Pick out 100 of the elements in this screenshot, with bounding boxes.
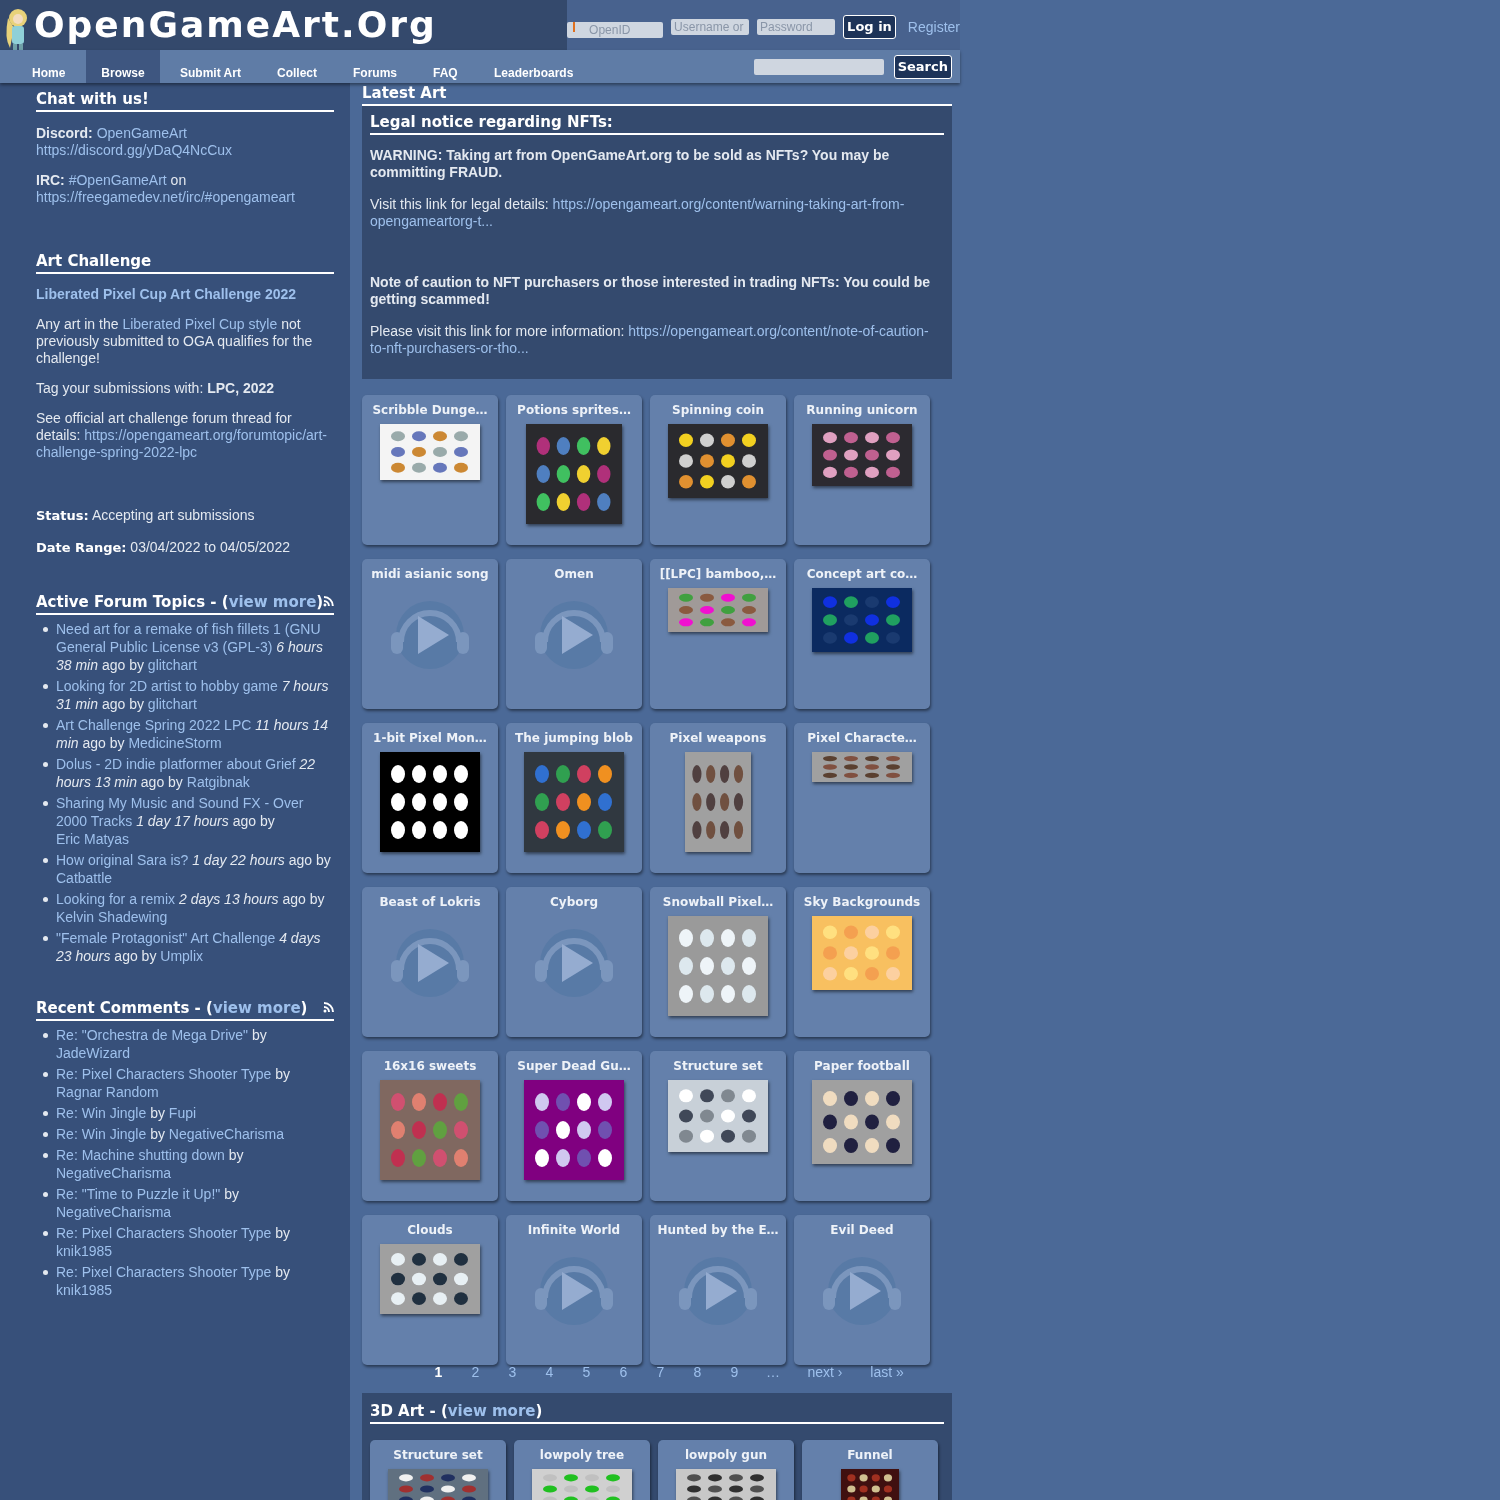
art-tile[interactable]: 16x16 sweets [362, 1051, 498, 1201]
tile-title[interactable]: Paper football [814, 1058, 910, 1074]
link[interactable]: knik1985 [56, 1243, 113, 1259]
link[interactable]: view more [212, 999, 301, 1017]
nav-tab[interactable]: Collect [257, 50, 333, 83]
art-tile[interactable]: Pixel weapons [650, 723, 786, 873]
tile-title[interactable]: lowpoly gun [684, 1447, 768, 1463]
art-tile[interactable]: 1-bit Pixel Mon… [362, 723, 498, 873]
link[interactable]: https://discord.gg/yDaQ4NcCux [36, 142, 233, 158]
link[interactable]: view more [228, 593, 317, 611]
art-tile[interactable]: Infinite World [506, 1215, 642, 1365]
tile-title[interactable]: [[LPC] bamboo,… [659, 566, 777, 582]
art-tile[interactable]: Snowball Pixel… [650, 887, 786, 1037]
link[interactable]: Re: "Time to Puzzle it Up!" [56, 1186, 221, 1202]
tile-title[interactable]: Scribble Dunge… [372, 402, 488, 418]
link[interactable]: MedicineStorm [128, 735, 222, 751]
link[interactable]: Liberated Pixel Cup style [122, 316, 278, 332]
link[interactable]: How original Sara is? [56, 852, 189, 868]
tile-title[interactable]: Funnel [847, 1447, 893, 1463]
link[interactable]: JadeWizard [56, 1045, 130, 1061]
art-tile[interactable]: Paper football [794, 1051, 930, 1201]
link[interactable]: Umplix [160, 948, 204, 964]
link[interactable]: Ratgibnak [186, 774, 250, 790]
login-button[interactable]: Log in [843, 15, 896, 39]
tile-title[interactable]: 1-bit Pixel Mon… [373, 730, 487, 746]
link[interactable]: Fupi [168, 1105, 197, 1121]
nav-tab[interactable]: Forums [333, 50, 413, 83]
tile-title[interactable]: Potions sprites… [517, 402, 631, 418]
art-tile[interactable]: The jumping blob [506, 723, 642, 873]
link[interactable]: Looking for a remix [56, 891, 176, 907]
tile-title[interactable]: Beast of Lokris [379, 894, 481, 910]
tile-title[interactable]: Running unicorn [806, 402, 918, 418]
art-tile[interactable]: Potions sprites… [506, 395, 642, 545]
link[interactable]: OpenGameArt [96, 125, 187, 141]
link[interactable]: glitchart [147, 696, 197, 712]
nav-tab[interactable]: Browse [86, 50, 160, 83]
art-tile[interactable]: [[LPC] bamboo,… [650, 559, 786, 709]
tile-title[interactable]: 16x16 sweets [383, 1058, 477, 1074]
tile-title[interactable]: Infinite World [527, 1222, 621, 1238]
art-tile[interactable]: Structure set [650, 1051, 786, 1201]
link[interactable]: NegativeCharisma [168, 1126, 284, 1142]
tile-title[interactable]: midi asianic song [371, 566, 489, 582]
link[interactable]: Re: Win Jingle [56, 1105, 147, 1121]
art-tile[interactable]: midi asianic song [362, 559, 498, 709]
register-link[interactable]: Register [907, 16, 960, 38]
tile-title[interactable]: lowpoly tree [539, 1447, 625, 1463]
link[interactable]: knik1985 [56, 1282, 113, 1298]
art-tile[interactable]: Sky Backgrounds [794, 887, 930, 1037]
link[interactable]: Re: Machine shutting down [56, 1147, 225, 1163]
tile-title[interactable]: Spinning coin [672, 402, 764, 418]
rss-icon[interactable] [323, 596, 334, 607]
search-button[interactable]: Search [893, 54, 952, 79]
nav-tab[interactable]: FAQ [413, 50, 474, 83]
openid-field[interactable]: OpenID [567, 22, 664, 38]
link[interactable]: Art Challenge Spring 2022 LPC [56, 717, 252, 733]
tile-title[interactable]: Hunted by the E… [657, 1222, 779, 1238]
art-tile[interactable]: Scribble Dunge… [362, 395, 498, 545]
tile-title[interactable]: Structure set [673, 1058, 763, 1074]
art-tile[interactable]: Super Dead Gu… [506, 1051, 642, 1201]
link[interactable]: glitchart [147, 657, 197, 673]
tile-title[interactable]: Pixel weapons [669, 730, 767, 746]
art-tile[interactable]: Beast of Lokris [362, 887, 498, 1037]
art-tile[interactable]: Clouds [362, 1215, 498, 1365]
link[interactable]: Eric Matyas [56, 831, 130, 847]
art-tile[interactable]: Structure set [370, 1440, 506, 1500]
art-tile[interactable]: Omen [506, 559, 642, 709]
link[interactable]: Catbattle [56, 870, 113, 886]
tile-title[interactable]: Structure set [393, 1447, 483, 1463]
art-tile[interactable]: Funnel [802, 1440, 938, 1500]
rss-icon[interactable] [323, 1002, 334, 1013]
tile-title[interactable]: Clouds [407, 1222, 453, 1238]
username-field[interactable]: Username or [671, 19, 750, 35]
tile-title[interactable]: Sky Backgrounds [803, 894, 921, 910]
password-field[interactable]: Password [757, 19, 836, 35]
tile-title[interactable]: Evil Deed [830, 1222, 894, 1238]
nav-tab[interactable]: Submit Art [160, 50, 257, 83]
tile-title[interactable]: Super Dead Gu… [517, 1058, 631, 1074]
search-field[interactable] [753, 58, 884, 75]
challenge-title-link[interactable]: Liberated Pixel Cup Art Challenge 2022 [36, 286, 334, 303]
nav-tab[interactable]: Home [0, 50, 86, 83]
art-tile[interactable]: Running unicorn [794, 395, 930, 545]
art-tile[interactable]: lowpoly tree [514, 1440, 650, 1500]
nav-tab[interactable]: Leaderboards [474, 50, 584, 83]
tile-title[interactable]: The jumping blob [515, 730, 633, 746]
link[interactable]: view more [447, 1402, 536, 1420]
link[interactable]: Re: "Orchestra de Mega Drive" [56, 1027, 248, 1043]
tile-title[interactable]: Cyborg [550, 894, 598, 910]
art-tile[interactable]: Concept art co… [794, 559, 930, 709]
tile-title[interactable]: Snowball Pixel… [662, 894, 774, 910]
art-tile[interactable]: Hunted by the E… [650, 1215, 786, 1365]
link[interactable]: #OpenGameArt [68, 172, 167, 188]
tile-title[interactable]: Pixel Characte… [807, 730, 917, 746]
link[interactable]: Re: Win Jingle [56, 1126, 147, 1142]
link[interactable]: Ragnar Random [56, 1084, 159, 1100]
art-tile[interactable]: lowpoly gun [658, 1440, 794, 1500]
link[interactable]: NegativeCharisma [56, 1165, 172, 1181]
art-tile[interactable]: Spinning coin [650, 395, 786, 545]
art-tile[interactable]: Cyborg [506, 887, 642, 1037]
tile-title[interactable]: Omen [554, 566, 594, 582]
link[interactable]: NegativeCharisma [56, 1204, 172, 1220]
